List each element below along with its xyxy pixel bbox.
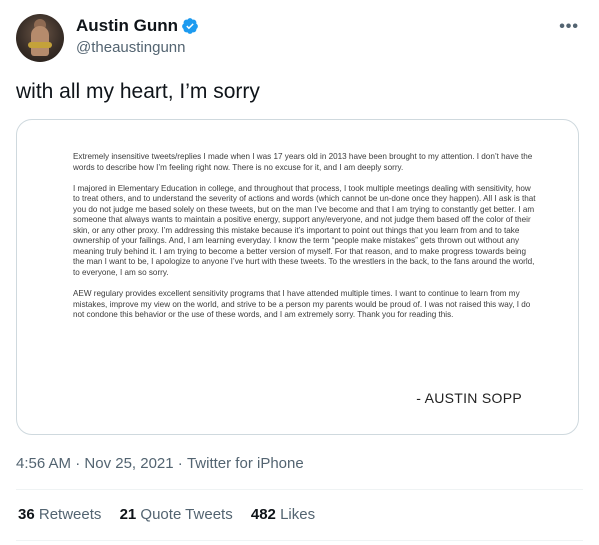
meta-separator: · xyxy=(75,455,81,472)
statement-paragraph: Extremely insensitive tweets/replies I m… xyxy=(73,152,533,172)
meta-separator: · xyxy=(177,455,183,472)
quote-tweets-stat[interactable]: 21 Quote Tweets xyxy=(120,506,233,523)
tweet-text: with all my heart, I’m sorry xyxy=(16,80,260,103)
statement-paragraph: I majored in Elementary Education in col… xyxy=(73,183,536,277)
likes-label: Likes xyxy=(280,506,316,523)
apology-statement: Extremely insensitive tweets/replies I m… xyxy=(73,152,539,331)
divider xyxy=(16,489,583,490)
quote-tweets-label: Quote Tweets xyxy=(140,506,233,523)
avatar-belt xyxy=(28,42,52,48)
more-horizontal-icon[interactable]: ••• xyxy=(559,18,579,36)
retweets-count: 36 xyxy=(18,506,35,523)
retweets-stat[interactable]: 36 Retweets xyxy=(18,506,101,523)
statement-paragraph: AEW regulary provides excellent sensitiv… xyxy=(73,289,531,320)
retweets-label: Retweets xyxy=(38,506,102,523)
avatar[interactable] xyxy=(16,14,64,62)
tweet-meta: 4:56 AM · Nov 25, 2021 · Twitter for iPh… xyxy=(16,455,304,472)
tweet-header: Austin Gunn @theaustingunn ••• xyxy=(16,14,583,62)
tweet-stats: 36 Retweets 21 Quote Tweets 482 Likes xyxy=(18,506,329,523)
quote-tweets-count: 21 xyxy=(119,506,137,523)
tweet-source[interactable]: Twitter for iPhone xyxy=(187,455,304,472)
display-name[interactable]: Austin Gunn xyxy=(76,16,178,36)
tweet-time[interactable]: 4:56 AM xyxy=(16,455,71,472)
likes-count: 482 xyxy=(250,506,276,523)
likes-stat[interactable]: 482 Likes xyxy=(251,506,315,523)
statement-signature: - AUSTIN SOPP xyxy=(416,390,522,406)
divider xyxy=(16,540,583,541)
tweet-date[interactable]: Nov 25, 2021 xyxy=(84,455,173,472)
avatar-body xyxy=(31,26,49,56)
author-names: Austin Gunn @theaustingunn xyxy=(76,16,199,58)
handle[interactable]: @theaustingunn xyxy=(76,38,199,58)
verified-badge-icon xyxy=(182,18,198,34)
attached-image[interactable]: Extremely insensitive tweets/replies I m… xyxy=(16,119,579,435)
tweet: Austin Gunn @theaustingunn ••• with all … xyxy=(0,0,599,545)
